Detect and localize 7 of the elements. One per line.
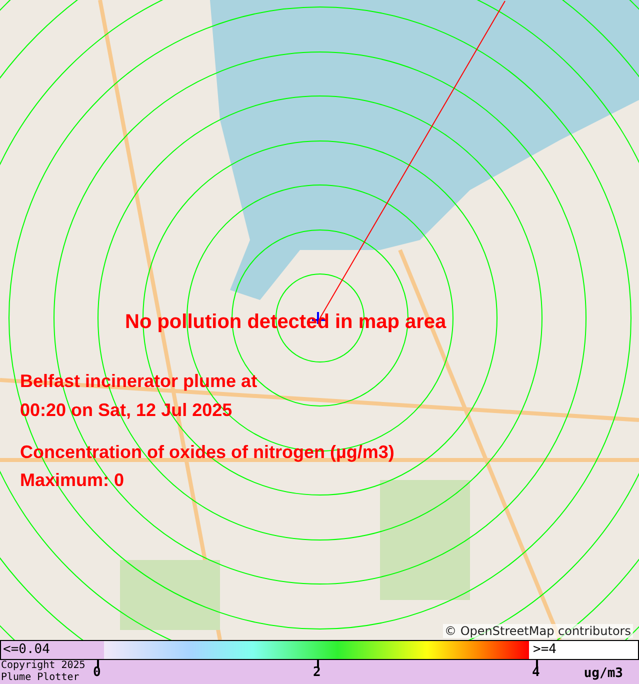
- above-range-label: >=4: [529, 641, 638, 659]
- scale-tick-label: 2: [313, 665, 321, 681]
- unit-label: ug/m3: [584, 666, 623, 682]
- map-attribution: © OpenStreetMap contributors: [442, 624, 633, 638]
- scale-tick-label: 4: [532, 665, 540, 681]
- copyright-text: Copyright 2025 Plume Plotter: [1, 660, 86, 684]
- scale-tick-label: 0: [93, 665, 101, 681]
